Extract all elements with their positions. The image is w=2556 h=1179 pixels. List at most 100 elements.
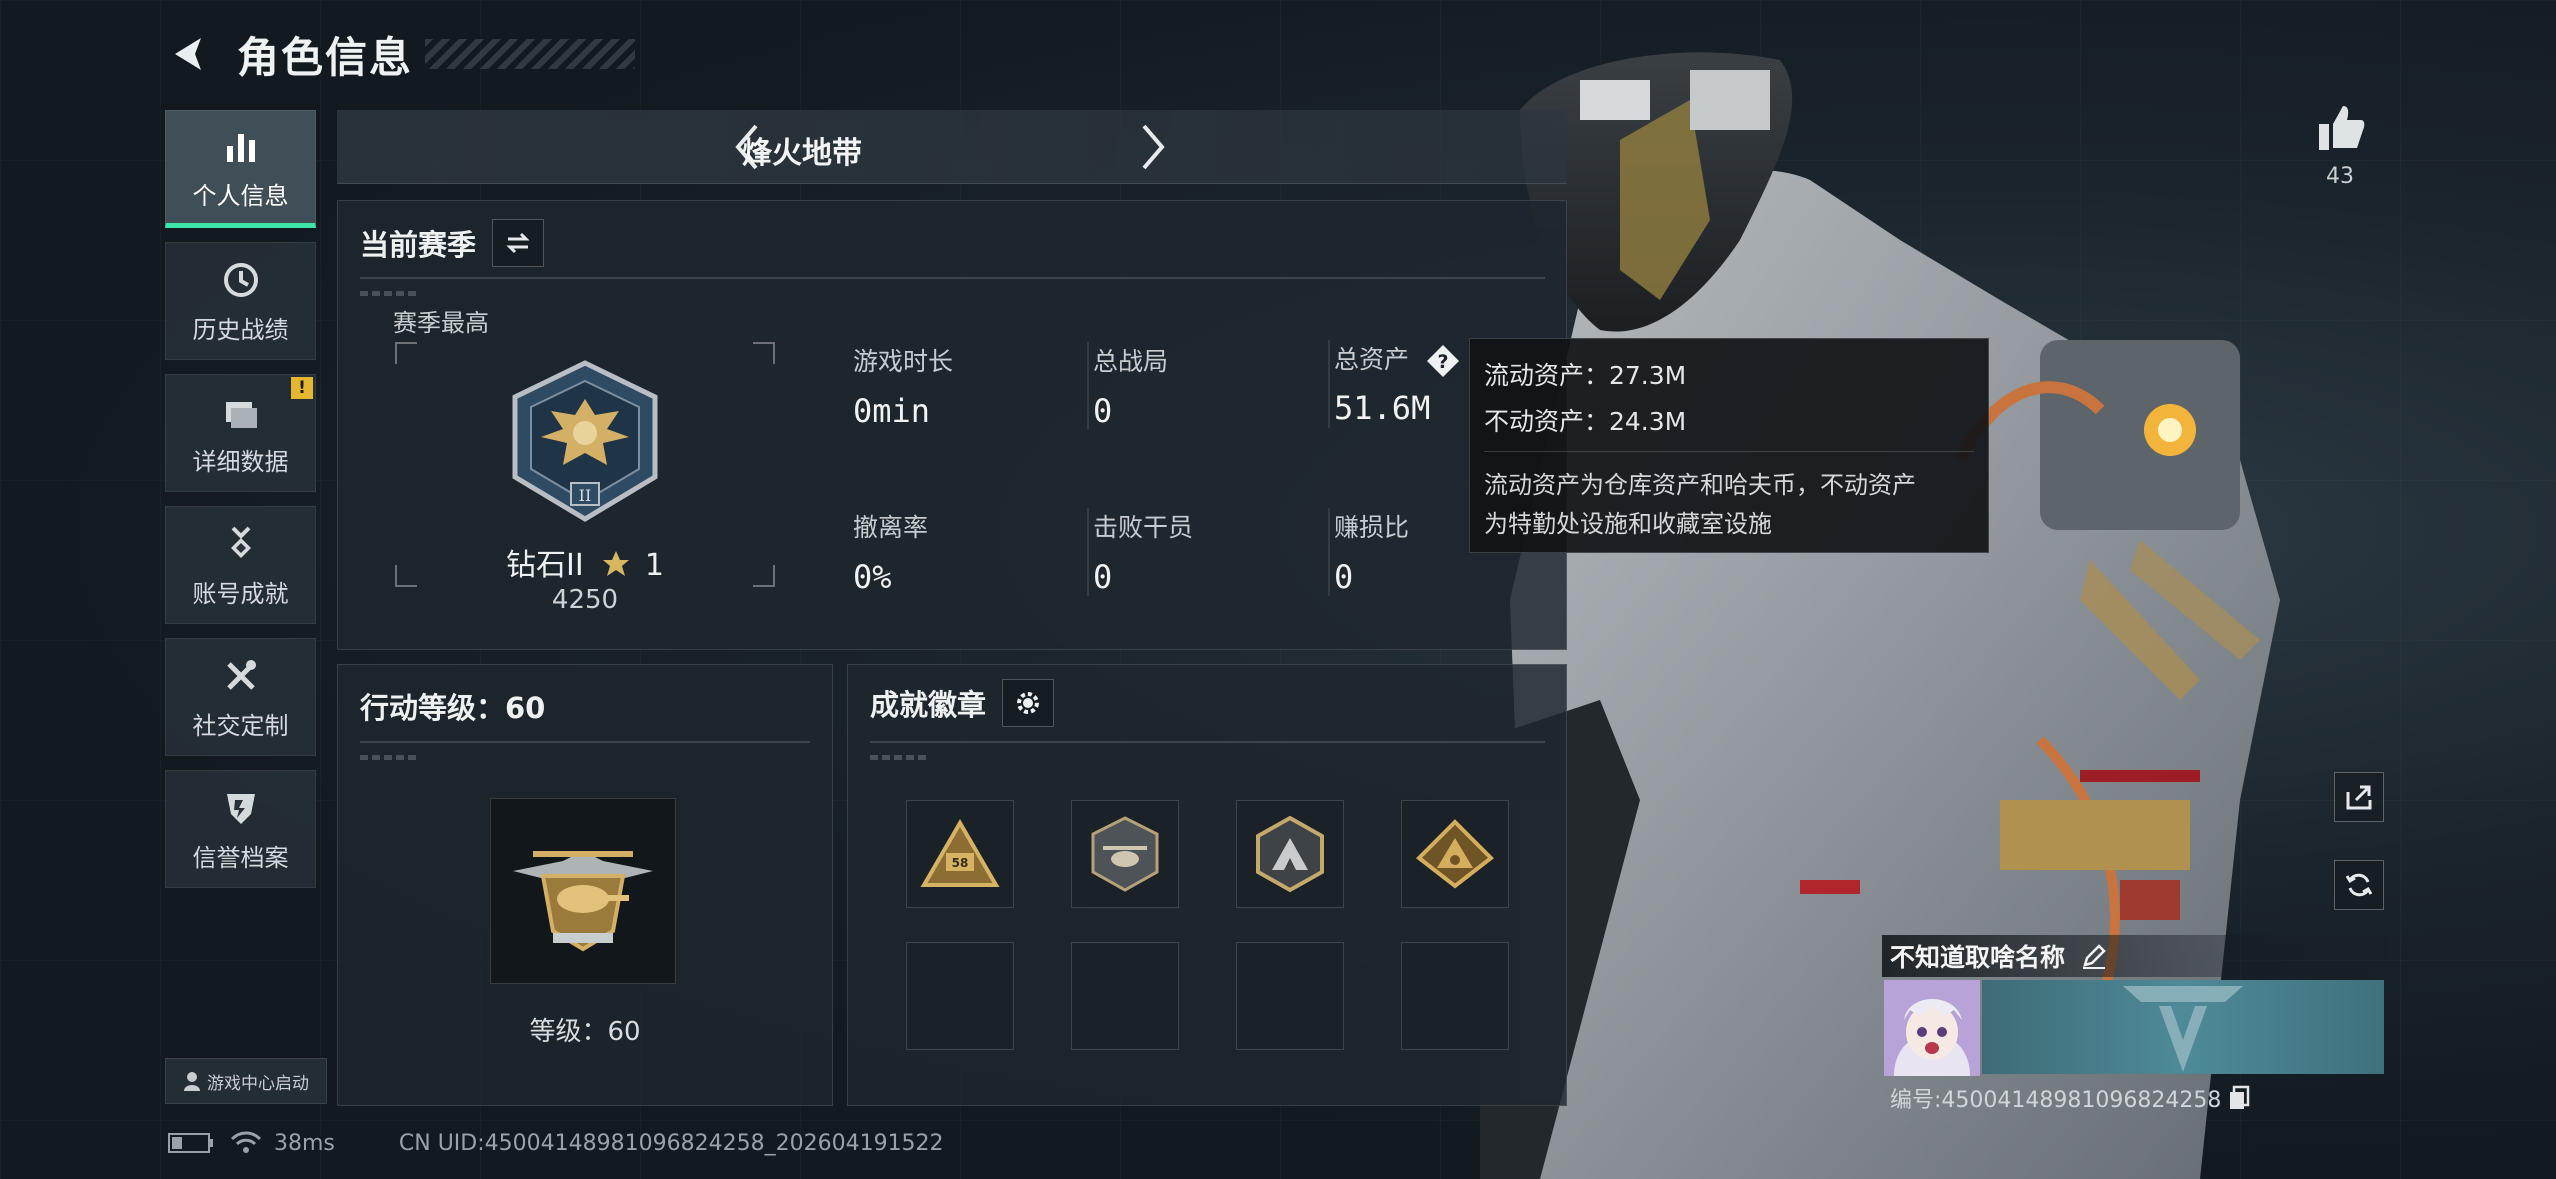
sidebar-item-label: 账号成就: [192, 579, 289, 608]
mountain-badge-icon[interactable]: [1236, 800, 1344, 908]
page-title: 角色信息: [237, 32, 414, 82]
header-decoration: [425, 39, 636, 69]
player-card-banner: [1982, 980, 2384, 1074]
divider: [360, 277, 1545, 279]
ping-text: 38ms: [274, 1130, 335, 1156]
mode-next-button[interactable]: [1126, 120, 1180, 174]
sidebar-item-history[interactable]: 历史战绩: [165, 242, 316, 360]
gear-icon: [1017, 692, 1040, 714]
sidebar-item-detailed-data[interactable]: ! 详细数据: [165, 374, 316, 492]
chevron-right-icon: [1142, 124, 1165, 170]
share-button[interactable]: [2334, 772, 2384, 822]
page-header: 角色信息: [165, 22, 636, 86]
level-emblem-card: [490, 798, 676, 984]
player-name-strip: 不知道取啥名称: [1882, 935, 2387, 977]
folder-icon: [219, 390, 263, 434]
stat-value: 0: [1334, 558, 1354, 596]
sidebar: 个人信息 历史战绩 ! 详细数据 账号成就 社交定制 信誉档案: [165, 110, 316, 902]
tooltip-description-line-1: 流动资产为仓库资产和哈夫币，不动资产: [1484, 471, 1916, 499]
sidebar-item-personal-info[interactable]: 个人信息: [165, 110, 316, 228]
divider: [870, 741, 1545, 743]
uid-text: CN UID:45004148981096824258_202604191522: [398, 1130, 944, 1156]
rank-stars: 1: [644, 548, 664, 583]
sidebar-item-label: 个人信息: [192, 181, 289, 210]
swap-icon: [506, 232, 530, 254]
like-widget: 43: [2315, 102, 2365, 189]
stat-value: 51.6M: [1334, 389, 1431, 427]
launch-chip-label: 游戏中心启动: [207, 1073, 309, 1094]
clock-icon: [219, 258, 263, 302]
empty-badge-slot[interactable]: [1401, 942, 1509, 1050]
mode-title: 烽火地带: [742, 136, 862, 171]
stat-total-matches: 总战局 0: [1087, 342, 1169, 430]
stat-value: 0min: [853, 392, 931, 430]
help-button[interactable]: ?: [1425, 343, 1461, 379]
refresh-icon: [2345, 873, 2373, 897]
back-arrow-icon: [175, 38, 201, 70]
empty-badge-slot[interactable]: [906, 942, 1014, 1050]
empty-badge-slot[interactable]: [1071, 942, 1179, 1050]
stat-value: 0: [1093, 392, 1113, 430]
sidebar-item-achievements[interactable]: 账号成就: [165, 506, 316, 624]
stat-total-assets: 总资产 ? 51.6M: [1328, 340, 1461, 428]
edit-name-button[interactable]: [2077, 939, 2111, 973]
anime-avatar-icon: [1884, 980, 1980, 1076]
wifi-icon: [230, 1131, 262, 1153]
player-card-id: 编号:45004148981096824258: [1890, 1082, 2251, 1114]
thumbs-up-icon[interactable]: [2315, 102, 2367, 154]
stat-operators-defeated: 击败干员 0: [1087, 508, 1194, 596]
share-icon: [2346, 785, 2372, 810]
star-icon: [603, 551, 630, 576]
helicopter-badge-icon[interactable]: [1071, 800, 1179, 908]
tooltip-description-line-2: 为特勤处设施和收藏室设施: [1484, 510, 1772, 538]
sidebar-item-social[interactable]: 社交定制: [165, 638, 316, 756]
stat-extraction-rate: 撤离率 0%: [853, 508, 928, 596]
back-button[interactable]: [165, 30, 213, 78]
level-text: 等级：60: [529, 1017, 641, 1047]
stat-label: 撤离率: [853, 513, 929, 542]
refresh-button[interactable]: [2334, 860, 2384, 910]
avatar[interactable]: [1884, 980, 1980, 1076]
sidebar-item-label: 信誉档案: [192, 843, 289, 872]
svg-text:58: 58: [952, 856, 969, 870]
season-best-label: 赛季最高: [393, 309, 489, 337]
question-icon: ?: [1426, 345, 1459, 377]
achievement-badges-title: 成就徽章: [870, 688, 987, 722]
empty-badge-slot[interactable]: [1236, 942, 1344, 1050]
assets-tooltip: 流动资产：27.3M 不动资产：24.3M 流动资产为仓库资产和哈夫币，不动资产…: [1469, 338, 1989, 553]
copy-icon[interactable]: [2227, 1085, 2251, 1111]
sidebar-item-reputation[interactable]: 信誉档案: [165, 770, 316, 888]
stat-value: 0%: [853, 558, 892, 596]
pencil-icon: [2083, 944, 2106, 969]
shield-icon: [219, 786, 263, 830]
badge-settings-button[interactable]: [1002, 679, 1055, 727]
stat-play-time: 游戏时长 0min: [853, 342, 953, 430]
player-name: 不知道取啥名称: [1890, 943, 2066, 972]
battery-icon: [168, 1133, 213, 1153]
stat-profit-loss-ratio: 赚损比 0: [1328, 508, 1410, 596]
like-count: 43: [2326, 164, 2354, 189]
stat-label: 总战局: [1093, 347, 1169, 376]
sidebar-item-label: 历史战绩: [192, 315, 289, 344]
svg-text:?: ?: [1437, 351, 1448, 373]
delta-logo-icon: [2123, 986, 2243, 1072]
status-bar: 38ms CN UID:45004148981096824258_2026041…: [168, 1130, 944, 1156]
triangle-badge-icon[interactable]: [1401, 800, 1509, 908]
person-icon: [184, 1072, 200, 1091]
diamond-rank-emblem-icon: II: [512, 360, 658, 522]
bar-chart-icon: [219, 124, 263, 168]
stat-label: 击败干员: [1093, 513, 1194, 542]
game-center-launch-chip[interactable]: 游戏中心启动: [165, 1058, 327, 1104]
stat-label: 赚损比: [1334, 513, 1410, 542]
sidebar-item-label: 社交定制: [192, 711, 289, 740]
badge-58-icon[interactable]: 58: [906, 800, 1014, 908]
stat-label: 总资产: [1334, 345, 1410, 374]
tooltip-liquid-assets: 流动资产：27.3M: [1484, 361, 1687, 390]
svg-text:II: II: [579, 486, 592, 505]
rank-name: 钻石II 1: [395, 540, 775, 584]
tools-icon: [219, 654, 263, 698]
decoration: [870, 755, 930, 760]
stat-value: 0: [1093, 558, 1113, 596]
sidebar-item-label: 详细数据: [192, 447, 289, 476]
season-switch-button[interactable]: [492, 219, 545, 267]
